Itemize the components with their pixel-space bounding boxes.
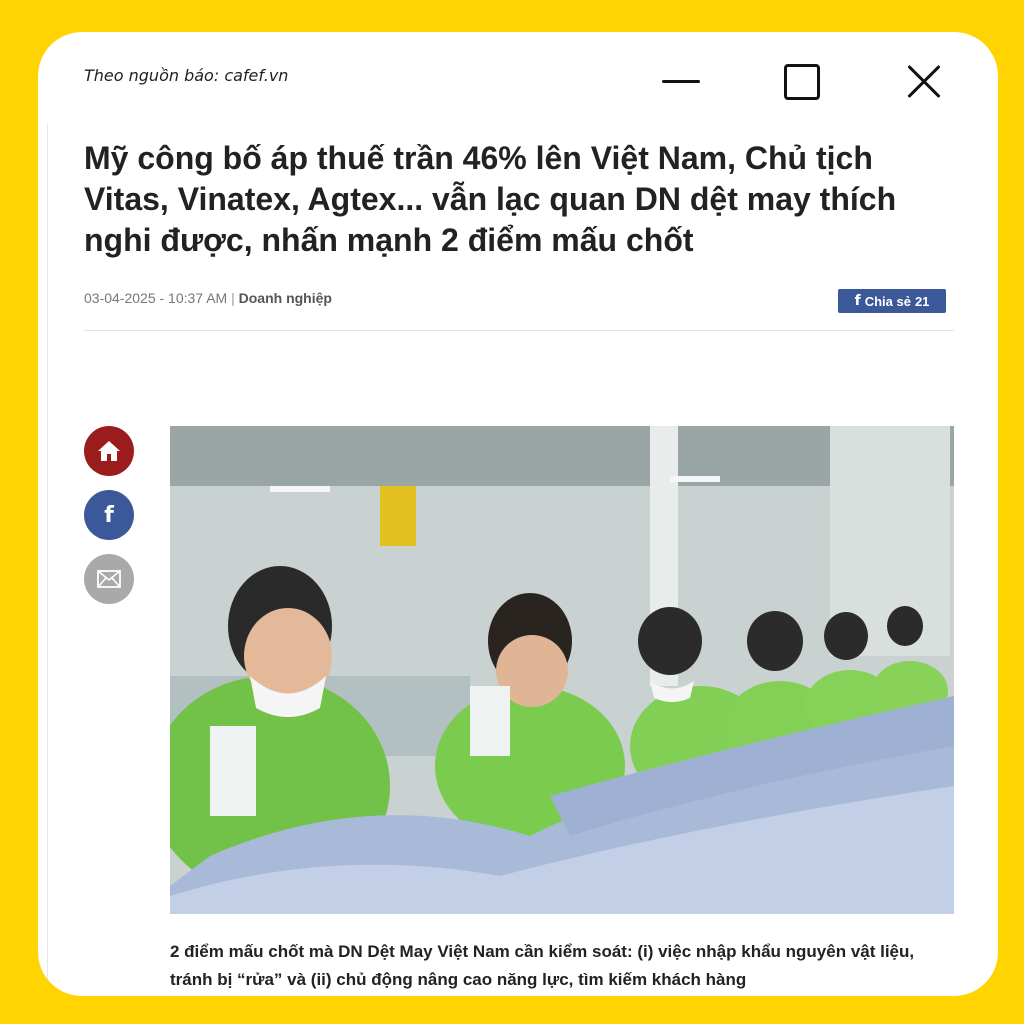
article-window: Theo nguồn báo: cafef.vn Mỹ công bố áp t…	[38, 32, 998, 996]
article-meta: 03-04-2025 - 10:37 AM | Doanh nghiệp	[84, 290, 332, 306]
article-category-link[interactable]: Doanh nghiệp	[239, 290, 332, 306]
minimize-button[interactable]	[658, 62, 702, 102]
article-photo-garment-workers	[170, 426, 954, 914]
home-icon[interactable]	[84, 426, 134, 476]
meta-separator: |	[231, 290, 235, 306]
share-label: Chia sẻ	[864, 293, 911, 309]
share-count: 21	[914, 293, 930, 309]
facebook-icon[interactable]: f	[84, 490, 134, 540]
facebook-share-button[interactable]: f Chia sẻ 21	[838, 289, 946, 313]
divider	[84, 330, 954, 331]
article-lede: 2 điểm mấu chốt mà DN Dệt May Việt Nam c…	[170, 942, 915, 989]
divider	[47, 124, 48, 996]
article-headline: Mỹ công bố áp thuế trần 46% lên Việt Nam…	[84, 140, 897, 258]
maximize-button[interactable]	[780, 62, 824, 102]
close-button[interactable]	[900, 62, 944, 102]
facebook-icon: f	[854, 293, 861, 309]
mail-icon[interactable]	[84, 554, 134, 604]
article-date: 03-04-2025 - 10:37 AM	[84, 290, 228, 306]
source-label: Theo nguồn báo: cafef.vn	[84, 66, 289, 85]
